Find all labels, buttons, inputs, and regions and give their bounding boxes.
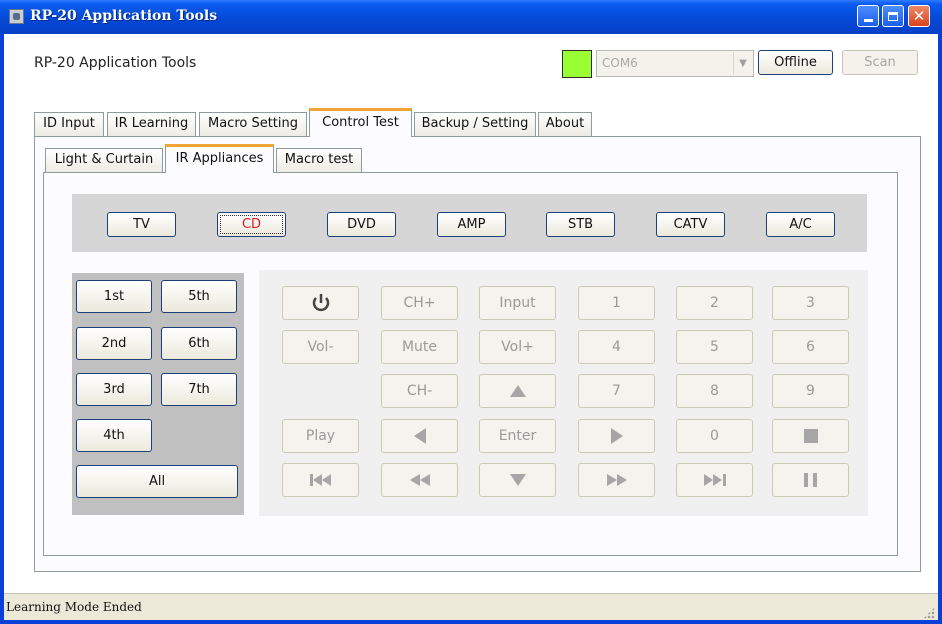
maximize-button[interactable] <box>882 5 904 27</box>
power-icon <box>312 294 329 312</box>
scan-button[interactable]: Scan <box>842 50 918 75</box>
macro-2nd-button[interactable]: 2nd <box>76 327 152 360</box>
client-area: RP-20 Application Tools COM6 ▼ Offline S… <box>4 34 938 622</box>
macro-1st-button[interactable]: 1st <box>76 280 152 313</box>
tab-ir-learning[interactable]: IR Learning <box>107 112 196 136</box>
com-port-select[interactable]: COM6 ▼ <box>596 50 754 77</box>
device-dvd-button[interactable]: DVD <box>327 212 396 237</box>
chevron-down-icon[interactable]: ▼ <box>733 52 752 75</box>
window-title: RP-20 Application Tools <box>30 8 218 24</box>
window-border <box>0 620 942 624</box>
title-bar[interactable]: RP-20 Application Tools ✕ <box>0 0 942 34</box>
digit-4-button[interactable]: 4 <box>578 330 655 364</box>
pause-icon <box>803 473 817 487</box>
fast-forward-button[interactable] <box>578 463 655 497</box>
tab-control-test[interactable]: Control Test <box>309 108 412 137</box>
com-port-value: COM6 <box>602 56 638 70</box>
digit-1-button[interactable]: 1 <box>578 286 655 320</box>
close-icon: ✕ <box>912 6 926 25</box>
channel-down-button[interactable]: CH- <box>381 374 458 408</box>
pause-button[interactable] <box>772 463 849 497</box>
digit-2-button[interactable]: 2 <box>676 286 753 320</box>
tab-macro-setting[interactable]: Macro Setting <box>199 112 307 136</box>
arrow-right-icon <box>610 428 623 444</box>
app-label: RP-20 Application Tools <box>34 55 197 71</box>
status-bar: Learning Mode Ended <box>4 593 938 622</box>
digit-3-button[interactable]: 3 <box>772 286 849 320</box>
status-text: Learning Mode Ended <box>6 600 142 614</box>
macro-3rd-button[interactable]: 3rd <box>76 373 152 406</box>
resize-grip-icon[interactable] <box>923 607 935 619</box>
skip-next-icon <box>703 474 726 486</box>
digit-0-button[interactable]: 0 <box>676 419 753 453</box>
input-button[interactable]: Input <box>479 286 556 320</box>
arrow-up-icon <box>509 385 526 397</box>
device-cd-button[interactable]: CD <box>217 212 286 237</box>
rewind-icon <box>409 474 430 486</box>
arrow-left-icon <box>413 428 426 444</box>
connection-status-indicator <box>562 50 592 78</box>
macro-all-button[interactable]: All <box>76 465 238 498</box>
macro-4th-button[interactable]: 4th <box>76 419 152 452</box>
app-icon <box>9 9 24 24</box>
tab-id-input[interactable]: ID Input <box>34 112 104 136</box>
device-ac-button[interactable]: A/C <box>766 212 835 237</box>
device-tv-button[interactable]: TV <box>107 212 176 237</box>
device-catv-button[interactable]: CATV <box>656 212 725 237</box>
tab-ir-appliances[interactable]: IR Appliances <box>165 144 274 173</box>
tab-light-curtain[interactable]: Light & Curtain <box>45 148 163 172</box>
next-track-button[interactable] <box>676 463 753 497</box>
digit-9-button[interactable]: 9 <box>772 374 849 408</box>
tab-macro-test[interactable]: Macro test <box>276 148 362 172</box>
arrow-down-icon <box>509 474 526 486</box>
power-button[interactable] <box>282 286 359 320</box>
macro-5th-button[interactable]: 5th <box>161 280 237 313</box>
tab-about[interactable]: About <box>538 112 592 136</box>
rewind-button[interactable] <box>381 463 458 497</box>
digit-8-button[interactable]: 8 <box>676 374 753 408</box>
remote-control-panel: CH+ Input 1 2 3 Vol- Mute Vol+ 4 5 6 CH- <box>259 270 868 516</box>
minimize-icon <box>863 19 873 22</box>
down-button[interactable] <box>479 463 556 497</box>
offline-button[interactable]: Offline <box>758 50 833 75</box>
volume-up-button[interactable]: Vol+ <box>479 330 556 364</box>
skip-previous-icon <box>309 474 331 486</box>
volume-down-button[interactable]: Vol- <box>282 330 359 364</box>
tab-backup-setting[interactable]: Backup / Setting <box>414 112 536 136</box>
ir-appliances-panel: TV CD DVD AMP STB CATV A/C 1st 5th 2nd 6… <box>43 172 898 556</box>
close-button[interactable]: ✕ <box>908 5 930 27</box>
mute-button[interactable]: Mute <box>381 330 458 364</box>
enter-button[interactable]: Enter <box>479 419 556 453</box>
stop-button[interactable] <box>772 419 849 453</box>
macro-7th-button[interactable]: 7th <box>161 373 237 406</box>
macro-6th-button[interactable]: 6th <box>161 327 237 360</box>
digit-7-button[interactable]: 7 <box>578 374 655 408</box>
device-selector-bar: TV CD DVD AMP STB CATV A/C <box>72 194 867 252</box>
channel-up-button[interactable]: CH+ <box>381 286 458 320</box>
play-button[interactable]: Play <box>282 419 359 453</box>
minimize-button[interactable] <box>857 5 879 27</box>
right-button[interactable] <box>578 419 655 453</box>
fast-forward-icon <box>606 474 627 486</box>
left-button[interactable] <box>381 419 458 453</box>
digit-6-button[interactable]: 6 <box>772 330 849 364</box>
control-test-panel: Light & Curtain IR Appliances Macro test… <box>34 136 921 572</box>
device-stb-button[interactable]: STB <box>546 212 615 237</box>
digit-5-button[interactable]: 5 <box>676 330 753 364</box>
macro-button-panel: 1st 5th 2nd 6th 3rd 7th 4th All <box>72 273 244 515</box>
stop-icon <box>803 429 818 443</box>
device-amp-button[interactable]: AMP <box>437 212 506 237</box>
maximize-icon <box>888 11 898 21</box>
up-button[interactable] <box>479 374 556 408</box>
application-window: RP-20 Application Tools ✕ RP-20 Applicat… <box>0 0 942 624</box>
previous-track-button[interactable] <box>282 463 359 497</box>
